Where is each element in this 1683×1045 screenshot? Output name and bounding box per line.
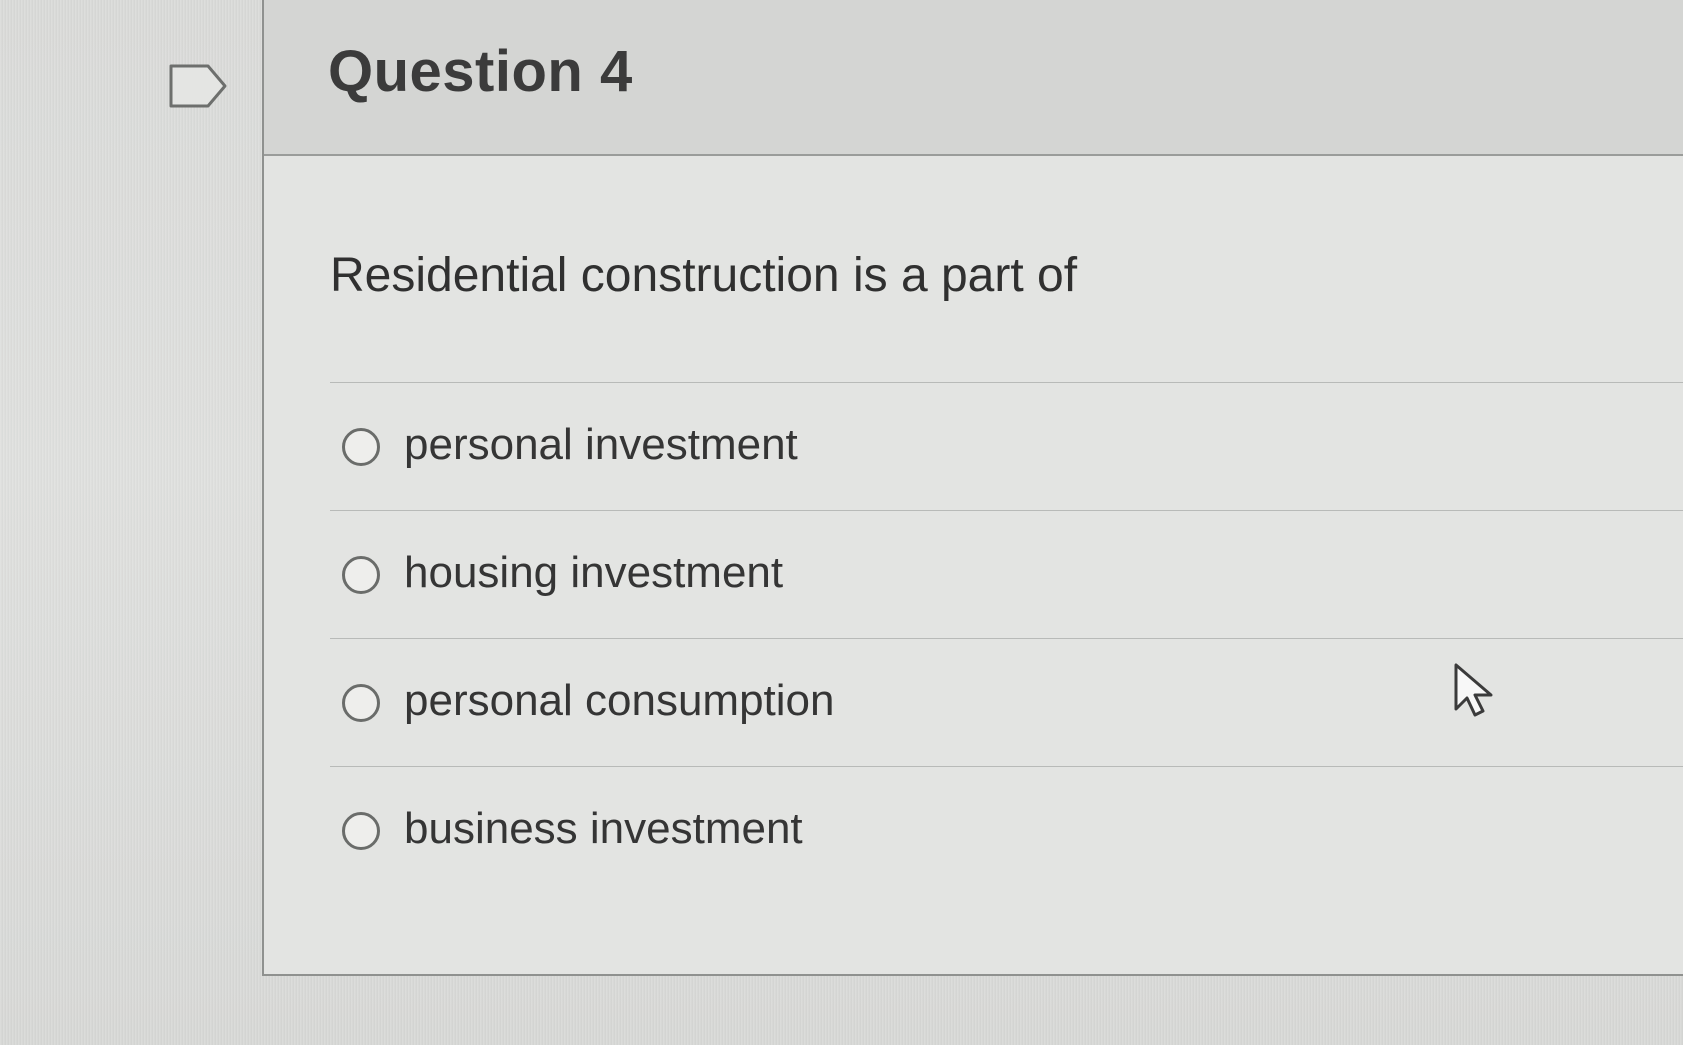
answer-label[interactable]: personal investment: [404, 422, 798, 467]
radio-button-icon[interactable]: [342, 811, 380, 850]
question-title: Question 4: [328, 39, 633, 104]
radio-button-icon[interactable]: [342, 683, 380, 722]
answer-label[interactable]: housing investment: [404, 550, 783, 595]
answer-label[interactable]: business investment: [404, 806, 803, 851]
question-header: Question 4: [264, 0, 1683, 156]
answer-options: personal investment housing investment p…: [330, 382, 1683, 894]
radio-button-icon[interactable]: [342, 427, 380, 466]
answer-option-housing-investment[interactable]: housing investment: [330, 510, 1683, 638]
radio-button-icon[interactable]: [342, 555, 380, 594]
question-card: Question 4 Residential construction is a…: [262, 0, 1683, 976]
answer-option-business-investment[interactable]: business investment: [330, 766, 1683, 894]
answer-option-personal-investment[interactable]: personal investment: [330, 382, 1683, 510]
flag-question-icon[interactable]: [168, 63, 228, 109]
answer-label[interactable]: personal consumption: [404, 678, 834, 723]
question-prompt: Residential construction is a part of: [330, 249, 1078, 302]
answer-option-personal-consumption[interactable]: personal consumption: [330, 638, 1683, 766]
question-body: Residential construction is a part of pe…: [264, 156, 1683, 974]
